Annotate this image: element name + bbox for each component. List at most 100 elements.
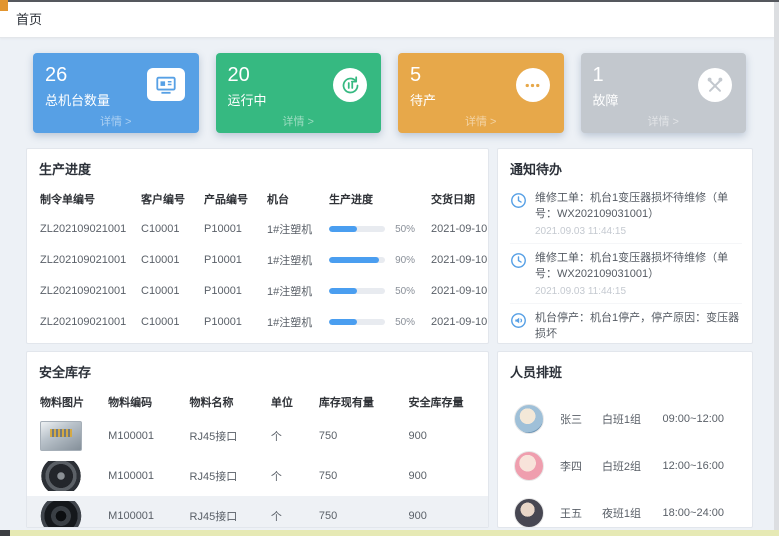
fault-icon: [698, 68, 732, 102]
delivery-date: 2021-09-10: [427, 213, 489, 244]
clock-icon: [510, 252, 527, 297]
column-header: 物料图片: [27, 387, 104, 416]
column-header: 机台: [263, 184, 325, 213]
product-no: P10001: [200, 275, 263, 306]
notification-item[interactable]: 维修工单：机台1变压器损坏待维修（单号：WX202109031001） 2021…: [510, 184, 742, 244]
running-icon: [333, 68, 367, 102]
material-image: [40, 421, 82, 451]
panel-title: 人员排班: [498, 352, 752, 387]
order-no: ZL202109021001: [27, 306, 137, 337]
scrollbar[interactable]: [774, 2, 779, 530]
column-header: 单位: [267, 387, 315, 416]
detail-link[interactable]: 详情 >: [216, 113, 382, 129]
waiting-icon: [516, 68, 550, 102]
inventory-row[interactable]: M100001 RJ45接口 个 750 900: [27, 456, 488, 496]
staff-row[interactable]: 李四 白班2组 12:00~16:00: [514, 442, 738, 489]
progress-bar: [329, 257, 385, 263]
material-code: M100001: [104, 416, 185, 456]
window-bottom-edge: [10, 530, 779, 536]
machine-icon: [147, 68, 185, 101]
staff-name: 王五: [560, 505, 602, 521]
order-no: ZL202109021001: [27, 213, 137, 244]
inventory-row[interactable]: M100001 RJ45接口 个 750 900: [27, 496, 488, 528]
detail-link[interactable]: 详情 >: [581, 113, 747, 129]
notification-item[interactable]: 维修工单：机台1变压器损坏待维修（单号：WX202109031001） 2021…: [510, 244, 742, 304]
progress-bar: [329, 319, 385, 325]
column-header: 客户编号: [137, 184, 200, 213]
detail-link[interactable]: 详情 >: [33, 113, 199, 129]
column-header: 产品编号: [200, 184, 263, 213]
customer-no: C10001: [137, 275, 200, 306]
machine-name: 1#注塑机: [263, 213, 325, 244]
staff-time: 18:00~24:00: [663, 507, 738, 519]
window-bottom-corner: [0, 530, 10, 536]
notice-text: 机台停产：机台1停产，停产原因：变压器损坏: [535, 311, 742, 343]
stat-card-running[interactable]: 20 运行中 详情 >: [216, 53, 382, 133]
stat-card-total-machines[interactable]: 26 总机台数量 详情 >: [33, 53, 199, 133]
order-no: ZL202109021001: [27, 244, 137, 275]
window-top-edge: [0, 0, 779, 2]
panel-title: 安全库存: [27, 352, 488, 387]
inventory-table: 物料图片物料编码物料名称单位库存现有量安全库存量 M100001 RJ45接口 …: [27, 387, 488, 528]
safety-qty: 900: [405, 456, 488, 496]
column-header: 生产进度: [325, 184, 427, 213]
production-row[interactable]: ZL202109021001 C10001 P10001 1#注塑机 50% 2…: [27, 213, 489, 244]
column-header: 制令单编号: [27, 184, 137, 213]
production-row[interactable]: ZL202109021001 C10001 P10001 1#注塑机 50% 2…: [27, 337, 489, 344]
progress-percent: 90%: [395, 255, 415, 266]
production-header-row: 制令单编号客户编号产品编号机台生产进度交货日期: [27, 184, 489, 213]
staff-time: 12:00~16:00: [663, 460, 738, 472]
material-image: [40, 461, 82, 491]
staff-shift: 白班2组: [602, 458, 663, 474]
delivery-date: 2021-09-10: [427, 244, 489, 275]
progress-bar: [329, 226, 385, 232]
production-row[interactable]: ZL202109021001 C10001 P10001 1#注塑机 50% 2…: [27, 275, 489, 306]
avatar: [514, 498, 544, 528]
stock-qty: 750: [315, 496, 405, 528]
staff-row[interactable]: 王五 夜班1组 18:00~24:00: [514, 489, 738, 528]
window-corner-accent: [0, 0, 8, 11]
staff-time: 09:00~12:00: [663, 413, 738, 425]
material-name: RJ45接口: [186, 416, 267, 456]
dashboard-content: 26 总机台数量 详情 > 20 运行中 详情 > 5 待产 详情 > 1: [0, 38, 779, 528]
stat-card-fault[interactable]: 1 故障 详情 >: [581, 53, 747, 133]
production-progress-panel: 生产进度 制令单编号客户编号产品编号机台生产进度交货日期 ZL202109021…: [26, 148, 489, 344]
stat-card-waiting[interactable]: 5 待产 详情 >: [398, 53, 564, 133]
staff-shift: 夜班1组: [602, 505, 663, 521]
progress-percent: 50%: [395, 286, 415, 297]
avatar: [514, 404, 544, 434]
staff-name: 张三: [560, 411, 602, 427]
notice-time: 2021.09.03 11:44:15: [535, 286, 742, 297]
product-no: P10001: [200, 337, 263, 344]
staff-schedule-panel: 人员排班 张三 白班1组 09:00~12:00 李四 白班2组 12:00~1…: [497, 351, 753, 528]
notice-text: 维修工单：机台1变压器损坏待维修（单号：WX202109031001）: [535, 251, 742, 283]
machine-name: 1#注塑机: [263, 275, 325, 306]
panels-grid: 生产进度 制令单编号客户编号产品编号机台生产进度交货日期 ZL202109021…: [26, 148, 753, 528]
notifications-panel: 通知待办 维修工单：机台1变压器损坏待维修（单号：WX202109031001）…: [497, 148, 753, 344]
order-no: ZL202109021001: [27, 337, 137, 344]
speaker-icon: [510, 312, 527, 344]
material-unit: 个: [267, 456, 315, 496]
material-unit: 个: [267, 496, 315, 528]
detail-link[interactable]: 详情 >: [398, 113, 564, 129]
delivery-date: 2021-09-10: [427, 337, 489, 344]
customer-no: C10001: [137, 213, 200, 244]
column-header: 物料名称: [186, 387, 267, 416]
notice-time: 2021.09.03 11:44:15: [535, 226, 742, 237]
progress-percent: 50%: [395, 317, 415, 328]
notification-item[interactable]: 机台停产：机台1停产，停产原因：变压器损坏 2021.09.03 11:44:1…: [510, 304, 742, 344]
material-name: RJ45接口: [186, 496, 267, 528]
safety-qty: 900: [405, 496, 488, 528]
progress-percent: 50%: [395, 224, 415, 235]
column-header: 物料编码: [104, 387, 185, 416]
staff-row[interactable]: 张三 白班1组 09:00~12:00: [514, 395, 738, 442]
inventory-row[interactable]: M100001 RJ45接口 个 750 900: [27, 416, 488, 456]
production-row[interactable]: ZL202109021001 C10001 P10001 1#注塑机 90% 2…: [27, 244, 489, 275]
avatar: [514, 451, 544, 481]
panel-title: 通知待办: [498, 149, 752, 184]
production-row[interactable]: ZL202109021001 C10001 P10001 1#注塑机 50% 2…: [27, 306, 489, 337]
stock-qty: 750: [315, 456, 405, 496]
page-header: 首页: [0, 0, 779, 38]
material-name: RJ45接口: [186, 456, 267, 496]
progress-bar: [329, 288, 385, 294]
